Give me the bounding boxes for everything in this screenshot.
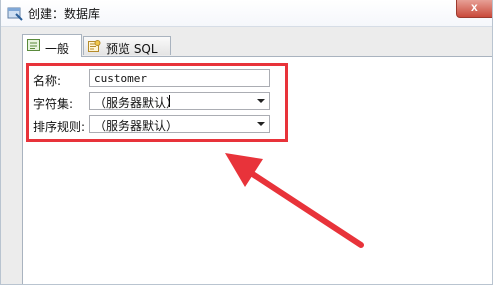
close-icon: x [471,0,478,14]
annotation-highlight-box [26,63,288,142]
title-bar: 创建：数据库 x [1,0,492,27]
general-form-icon [27,39,40,51]
tab-sql-preview-label: 预览 SQL [106,42,158,56]
sql-preview-icon [88,40,101,52]
tab-general[interactable]: 一般 [22,34,82,57]
annotation-arrow-icon [225,153,364,248]
tab-sql-preview[interactable]: 预览 SQL [83,36,171,56]
create-database-window: 创建：数据库 x 一般 预览 SQL 名称: customer 字符集: （服务… [0,0,493,285]
close-button[interactable]: x [456,0,492,18]
database-create-icon [7,7,23,21]
tab-general-label: 一般 [45,42,70,56]
window-title: 创建：数据库 [28,7,101,21]
